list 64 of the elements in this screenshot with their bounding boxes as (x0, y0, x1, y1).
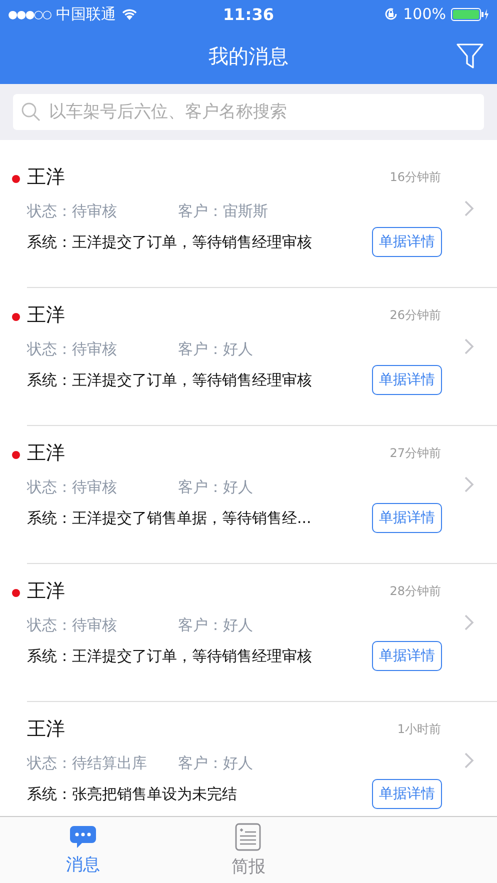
sender-name: 王洋 (27, 441, 65, 466)
customer-value: 宙斯斯 (223, 202, 268, 221)
details-button[interactable]: 单据详情 (372, 227, 442, 257)
customer-label: 客户： (178, 478, 223, 497)
message-time: 27分钟前 (390, 444, 441, 462)
system-message: 系统：王洋提交了销售单据，等待销售经... (27, 508, 312, 528)
wifi-icon (121, 8, 138, 20)
chevron-icon (464, 614, 474, 631)
chevron-icon (464, 752, 474, 769)
status-label: 状态： (27, 478, 72, 497)
sender-name: 王洋 (27, 165, 65, 190)
status-value: 待结算出库 (72, 754, 148, 773)
rotation-lock-icon (384, 7, 398, 21)
message-item[interactable]: 王洋 28分钟前 状态：待审核 客户：好人 系统：王洋提交了订单，等待销售经理审核 单据详情 (27, 564, 497, 702)
details-button[interactable]: 单据详情 (372, 503, 442, 533)
signal-strength: ●●●○○ (8, 8, 51, 20)
message-item[interactable]: 王洋 16分钟前 状态：待审核 客户：宙斯斯 系统：王洋提交了订单，等待销售经理审核 单据详情 (27, 150, 497, 288)
details-button[interactable]: 单据详情 (372, 365, 442, 395)
system-message: 系统：王洋提交了订单，等待销售经理审核 (27, 232, 312, 252)
clock-time: 11:36 (223, 4, 274, 24)
status-label: 状态： (27, 340, 72, 359)
system-message: 系统：张亮把销售单设为未完结 (27, 784, 237, 804)
status-label: 状态： (27, 754, 72, 773)
document-icon (235, 822, 262, 850)
chevron-icon (464, 338, 474, 355)
customer-label: 客户： (178, 754, 223, 773)
battery-percent: 100% (403, 5, 446, 23)
status-value: 待审核 (72, 478, 118, 497)
status-value: 待审核 (72, 340, 118, 359)
search-bar[interactable]: 以车架号后六位、客户名称搜索 (13, 94, 484, 130)
status-value: 待审核 (72, 616, 118, 635)
sender-name: 王洋 (27, 579, 65, 604)
customer-value: 好人 (223, 478, 253, 497)
customer-value: 好人 (223, 340, 253, 359)
customer-label: 客户： (178, 616, 223, 635)
battery-charging-icon (451, 8, 489, 20)
carrier-name: 中国联通 (56, 4, 116, 24)
filter-icon[interactable] (456, 43, 484, 69)
message-time: 1小时前 (397, 720, 441, 738)
chevron-icon (464, 476, 474, 493)
customer-value: 好人 (223, 754, 253, 773)
message-time: 16分钟前 (390, 168, 441, 186)
page-title: 我的消息 (208, 42, 288, 70)
status-label: 状态： (27, 202, 72, 221)
message-time: 26分钟前 (390, 306, 441, 324)
chat-bubble-icon (68, 824, 97, 848)
message-item[interactable]: 王洋 26分钟前 状态：待审核 客户：好人 系统：王洋提交了订单，等待销售经理审核 单据详情 (27, 288, 497, 426)
tab-bar-item[interactable]: 消息 (0, 817, 166, 883)
details-button[interactable]: 单据详情 (372, 641, 442, 671)
system-message: 系统：王洋提交了订单，等待销售经理审核 (27, 370, 312, 390)
chevron-icon (464, 200, 474, 217)
message-time: 28分钟前 (390, 582, 441, 600)
customer-label: 客户： (178, 202, 223, 221)
status-label: 状态： (27, 616, 72, 635)
search-icon (21, 102, 41, 122)
sender-name: 王洋 (27, 717, 65, 742)
customer-value: 好人 (223, 616, 253, 635)
system-message: 系统：王洋提交了订单，等待销售经理审核 (27, 646, 312, 666)
details-button[interactable]: 单据详情 (372, 779, 442, 809)
tab-bar-item[interactable]: 简报 (166, 817, 332, 883)
message-item[interactable]: 王洋 27分钟前 状态：待审核 客户：好人 系统：王洋提交了销售单据，等待销售经... 单据详情 (27, 426, 497, 564)
status-value: 待审核 (72, 202, 118, 221)
sender-name: 王洋 (27, 303, 65, 328)
customer-label: 客户： (178, 340, 223, 359)
